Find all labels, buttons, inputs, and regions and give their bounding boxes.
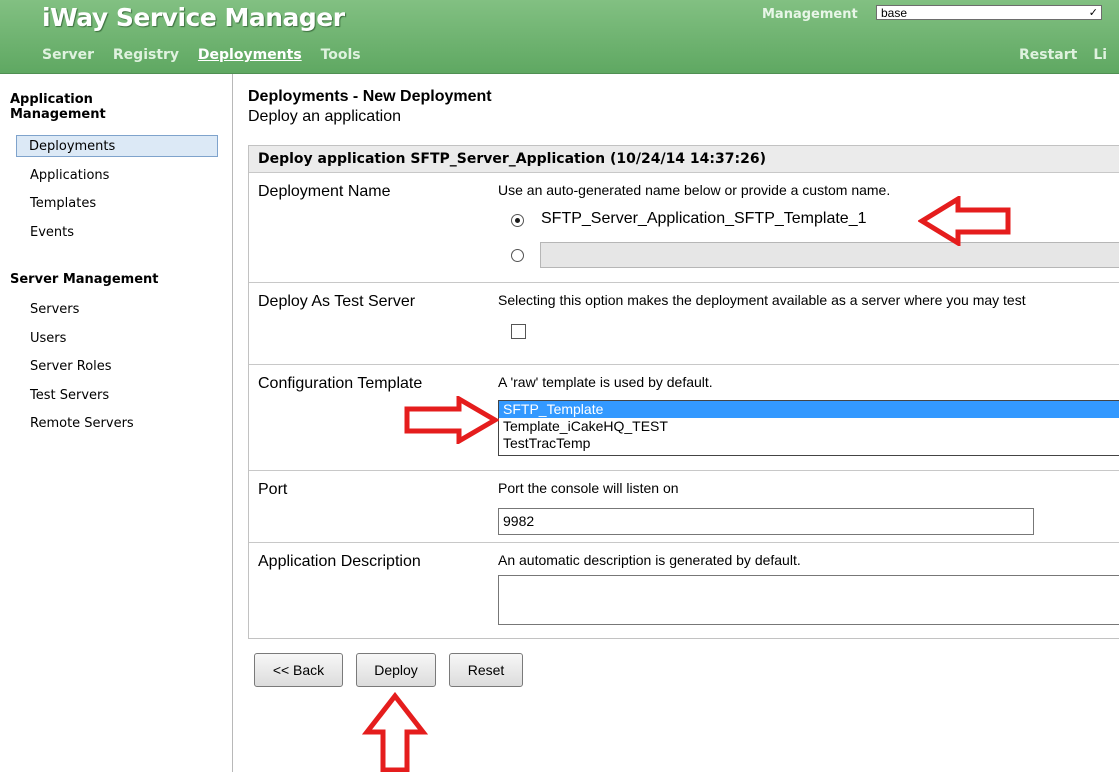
sidebar-item-templates[interactable]: Templates — [18, 193, 220, 215]
custom-name-radio[interactable] — [511, 249, 524, 262]
auto-name-text: SFTP_Server_Application_SFTP_Template_1 — [541, 210, 867, 227]
annotation-arrow-left-icon — [918, 196, 1011, 246]
sidebar-item-applications[interactable]: Applications — [18, 165, 220, 187]
sidebar-item-events[interactable]: Events — [18, 222, 220, 244]
row-port: Port Port the console will listen on 998… — [249, 471, 1119, 543]
sidebar-item-test-servers[interactable]: Test Servers — [18, 385, 220, 407]
sidebar-heading-server-management: Server Management — [10, 272, 159, 287]
config-template-desc: A 'raw' template is used by default. — [498, 374, 713, 390]
nav-registry[interactable]: Registry — [113, 47, 179, 63]
sidebar-item-remote-servers[interactable]: Remote Servers — [18, 413, 220, 435]
page-subtitle: Deploy an application — [248, 108, 401, 125]
sidebar-item-server-roles[interactable]: Server Roles — [18, 356, 220, 378]
app-header: iWay Service Manager Server Registry Dep… — [0, 0, 1119, 74]
page-title: Deployments - New Deployment — [248, 88, 492, 105]
deploy-button[interactable]: Deploy — [356, 653, 436, 687]
management-select[interactable]: base ✓ — [876, 5, 1102, 20]
nav-restart[interactable]: Restart — [1019, 47, 1077, 63]
config-template-listbox[interactable]: SFTP_Template Template_iCakeHQ_TEST Test… — [498, 400, 1119, 456]
port-input[interactable]: 9982 — [498, 508, 1034, 535]
row-app-description: Application Description An automatic des… — [249, 543, 1119, 640]
sidebar-heading-application-management: Application Management — [10, 92, 106, 122]
custom-name-input[interactable] — [540, 242, 1119, 268]
sidebar-item-users[interactable]: Users — [18, 328, 220, 350]
row-test-server: Deploy As Test Server Selecting this opt… — [249, 283, 1119, 365]
right-nav: Restart Li — [1019, 47, 1119, 63]
form-header: Deploy application SFTP_Server_Applicati… — [249, 146, 1119, 173]
test-server-label: Deploy As Test Server — [258, 293, 416, 310]
annotation-arrow-up-icon — [362, 692, 428, 772]
nav-deployments[interactable]: Deployments — [198, 47, 302, 63]
chevron-down-icon: ✓ — [1088, 7, 1098, 19]
management-select-value: base — [881, 6, 908, 20]
row-config-template: Configuration Template A 'raw' template … — [249, 365, 1119, 471]
back-button[interactable]: << Back — [254, 653, 343, 687]
auto-name-radio[interactable] — [511, 214, 524, 227]
nav-license[interactable]: Li — [1093, 47, 1107, 63]
template-option[interactable]: SFTP_Template — [499, 401, 1119, 418]
deployment-name-label: Deployment Name — [258, 183, 391, 200]
test-server-checkbox[interactable] — [511, 324, 526, 339]
deployment-name-desc: Use an auto-generated name below or prov… — [498, 182, 891, 198]
app-description-desc: An automatic description is generated by… — [498, 552, 801, 568]
management-label: Management — [762, 7, 858, 22]
template-option[interactable]: TestTracTemp — [499, 435, 1119, 452]
annotation-arrow-right-icon — [404, 396, 499, 444]
nav-server[interactable]: Server — [42, 47, 94, 63]
sidebar-item-deployments[interactable]: Deployments — [16, 135, 218, 157]
main-nav: Server Registry Deployments Tools — [42, 47, 375, 63]
template-option[interactable]: Template_iCakeHQ_TEST — [499, 418, 1119, 435]
app-description-label: Application Description — [258, 553, 421, 570]
nav-tools[interactable]: Tools — [321, 47, 361, 63]
test-server-desc: Selecting this option makes the deployme… — [498, 292, 1026, 308]
port-desc: Port the console will listen on — [498, 480, 679, 496]
app-title: iWay Service Manager — [42, 3, 345, 32]
port-label: Port — [258, 481, 288, 498]
sidebar-item-servers[interactable]: Servers — [18, 299, 220, 321]
app-description-textarea[interactable] — [498, 575, 1119, 625]
config-template-label: Configuration Template — [258, 375, 423, 392]
reset-button[interactable]: Reset — [449, 653, 523, 687]
sidebar: Application Management Deployments Appli… — [0, 74, 233, 772]
